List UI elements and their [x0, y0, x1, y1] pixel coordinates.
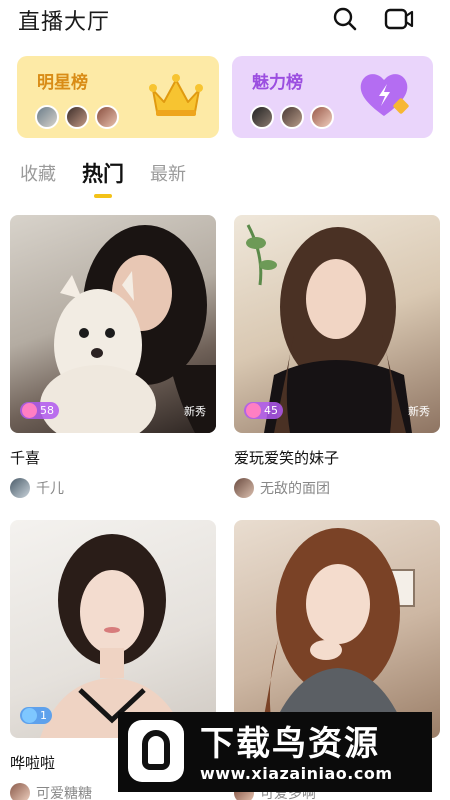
avatar [280, 105, 304, 129]
app-header: 直播大厅 [0, 0, 450, 40]
star-ranking-avatars [35, 105, 119, 129]
page-title: 直播大厅 [18, 10, 111, 35]
room-cover-image[interactable]: 58 新秀 [10, 215, 216, 433]
host-info: 无敌的面团 [234, 477, 440, 499]
crown-icon [147, 72, 205, 124]
room-title: 千喜 [10, 449, 41, 467]
room-cover-image[interactable]: 1 [10, 520, 216, 738]
tab-favorites[interactable]: 收藏 [20, 160, 56, 186]
room-cover-image[interactable] [234, 520, 440, 738]
active-tab-indicator [94, 194, 112, 198]
category-tabs: 收藏 热门 最新 [20, 160, 186, 200]
flame-icon [22, 403, 37, 418]
tab-popular-label: 热门 [82, 162, 124, 186]
popularity-count: 58 [40, 404, 54, 417]
flame-icon [22, 708, 37, 723]
popularity-count: 45 [264, 404, 278, 417]
search-icon[interactable] [330, 4, 360, 34]
video-camera-icon[interactable] [384, 4, 414, 34]
host-name: 无敌的面团 [260, 481, 330, 497]
live-room-card[interactable]: 45 新秀 爱玩爱笑的妹子 无敌的面团 [234, 215, 440, 499]
popularity-count: 1 [40, 709, 47, 722]
room-cover-image[interactable]: 45 新秀 [234, 215, 440, 433]
charm-ranking-card[interactable]: 魅力榜 [232, 56, 433, 138]
tab-latest[interactable]: 最新 [150, 160, 186, 186]
watermark-url: www.xiazainiao.com [200, 764, 393, 783]
avatar [10, 783, 30, 800]
avatar [35, 105, 59, 129]
avatar [234, 478, 254, 498]
live-room-card[interactable]: 58 新秀 千喜 千儿 [10, 215, 216, 499]
host-name: 千儿 [36, 481, 64, 497]
newcomer-tag: 新秀 [184, 405, 206, 418]
avatar [250, 105, 274, 129]
bird-logo-icon [128, 720, 184, 782]
flame-icon [246, 403, 261, 418]
avatar [10, 478, 30, 498]
newcomer-tag: 新秀 [408, 405, 430, 418]
watermark-title: 下载鸟资源 [200, 724, 380, 764]
avatar [65, 105, 89, 129]
tab-popular[interactable]: 热门 [82, 158, 124, 198]
host-name: 可爱糖糖 [36, 786, 92, 800]
host-info: 千儿 [10, 477, 216, 499]
avatar [95, 105, 119, 129]
watermark-banner: 下载鸟资源 www.xiazainiao.com [118, 712, 432, 792]
popularity-badge: 58 [20, 402, 59, 419]
purple-heart-icon [357, 70, 411, 124]
popularity-badge: 45 [244, 402, 283, 419]
avatar [310, 105, 334, 129]
charm-ranking-avatars [250, 105, 334, 129]
room-title: 爱玩爱笑的妹子 [234, 449, 340, 467]
star-ranking-card[interactable]: 明星榜 [17, 56, 219, 138]
tab-favorites-label: 收藏 [20, 164, 56, 185]
popularity-badge: 1 [20, 707, 52, 724]
charm-ranking-title: 魅力榜 [252, 73, 303, 93]
star-ranking-title: 明星榜 [37, 73, 88, 93]
tab-latest-label: 最新 [150, 164, 186, 185]
